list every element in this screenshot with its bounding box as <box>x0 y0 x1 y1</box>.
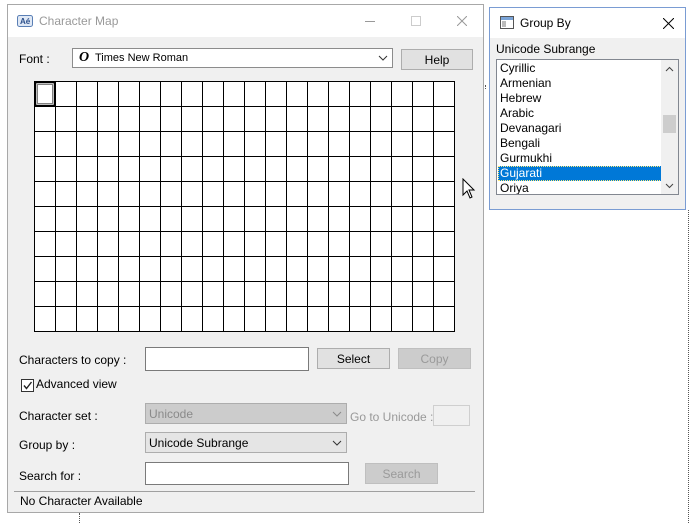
group-by-close-button[interactable] <box>656 11 680 35</box>
copy-button[interactable]: Copy <box>398 348 471 369</box>
list-item[interactable]: Cyrillic <box>498 61 662 76</box>
select-button[interactable]: Select <box>317 348 390 369</box>
list-item[interactable]: Bengali <box>498 136 662 151</box>
search-button-label: Search <box>382 466 421 481</box>
group-by-dropdown[interactable]: Unicode Subrange <box>145 432 347 453</box>
list-item[interactable]: Arabic <box>498 106 662 121</box>
window-icon <box>500 16 514 29</box>
search-for-label: Search for : <box>19 469 82 483</box>
maximize-icon <box>411 16 421 26</box>
go-to-unicode-label: Go to Unicode : <box>350 410 434 424</box>
go-to-unicode-input[interactable] <box>433 405 470 426</box>
chevron-down-icon <box>332 411 342 417</box>
list-item[interactable]: Devanagari <box>498 121 662 136</box>
copy-button-label: Copy <box>420 351 449 366</box>
background-dotted-line <box>688 210 689 523</box>
chars-to-copy-label: Characters to copy : <box>19 353 127 367</box>
font-dropdown[interactable]: O Times New Roman <box>72 48 393 68</box>
title-bar[interactable]: Aé Character Map <box>8 5 483 37</box>
maximize-button[interactable] <box>393 5 439 37</box>
advanced-view-checkbox[interactable] <box>21 379 34 392</box>
background-dotted-line <box>79 513 80 523</box>
help-button[interactable]: Help <box>401 49 473 70</box>
character-map-window: Aé Character Map Font : O Times New Roma… <box>7 4 484 513</box>
group-by-title-bar[interactable]: Group By <box>490 8 685 38</box>
group-by-window: Group By Unicode Subrange Cyrillic Armeni… <box>489 7 686 210</box>
svg-text:Aé: Aé <box>20 17 31 26</box>
search-input[interactable] <box>145 462 349 485</box>
chevron-up-icon <box>665 66 674 71</box>
select-button-label: Select <box>336 351 371 366</box>
subrange-listbox[interactable]: Cyrillic Armenian Hebrew Arabic Devanagari Be… <box>496 59 679 195</box>
chevron-down-icon <box>332 440 342 446</box>
list-item[interactable]: Gujarati <box>498 166 662 181</box>
list-item[interactable]: Hebrew <box>498 91 662 106</box>
search-button[interactable]: Search <box>365 463 438 484</box>
opentype-font-icon: O <box>79 50 90 65</box>
font-label: Font : <box>19 52 50 66</box>
vertical-scrollbar[interactable] <box>661 60 678 194</box>
chevron-down-icon <box>378 55 388 61</box>
group-by-value: Unicode Subrange <box>149 436 249 450</box>
font-value: Times New Roman <box>95 52 189 64</box>
group-by-label: Group by : <box>19 438 76 452</box>
minimize-button[interactable] <box>347 5 393 37</box>
background-dotted-line <box>485 85 486 89</box>
list-item[interactable]: Oriya <box>498 181 662 194</box>
scroll-down-button[interactable] <box>661 177 678 194</box>
character-set-value: Unicode <box>149 407 194 421</box>
chars-to-copy-input[interactable] <box>145 347 309 371</box>
status-text: No Character Available <box>20 494 143 508</box>
mouse-cursor-icon <box>462 178 476 199</box>
checkmark-icon <box>23 381 33 390</box>
close-icon <box>662 17 674 29</box>
character-grid-lines <box>34 81 455 332</box>
unicode-subrange-label: Unicode Subrange <box>496 42 596 56</box>
list-item[interactable]: Armenian <box>498 76 662 91</box>
scroll-thumb[interactable] <box>663 115 676 133</box>
minimize-icon <box>365 21 375 22</box>
character-set-dropdown[interactable]: Unicode <box>145 403 347 424</box>
close-icon <box>457 16 467 26</box>
character-grid[interactable] <box>34 81 455 332</box>
chevron-down-icon <box>665 183 674 188</box>
character-set-label: Character set : <box>19 409 98 423</box>
window-title: Character Map <box>39 14 119 28</box>
scroll-up-button[interactable] <box>661 60 678 77</box>
status-bar: No Character Available <box>14 491 475 509</box>
group-by-title: Group By <box>520 16 571 30</box>
list-item[interactable]: Gurmukhi <box>498 151 662 166</box>
close-button[interactable] <box>439 5 485 37</box>
character-map-app-icon: Aé <box>17 15 33 27</box>
help-button-label: Help <box>424 52 450 67</box>
advanced-view-label: Advanced view <box>36 377 117 391</box>
